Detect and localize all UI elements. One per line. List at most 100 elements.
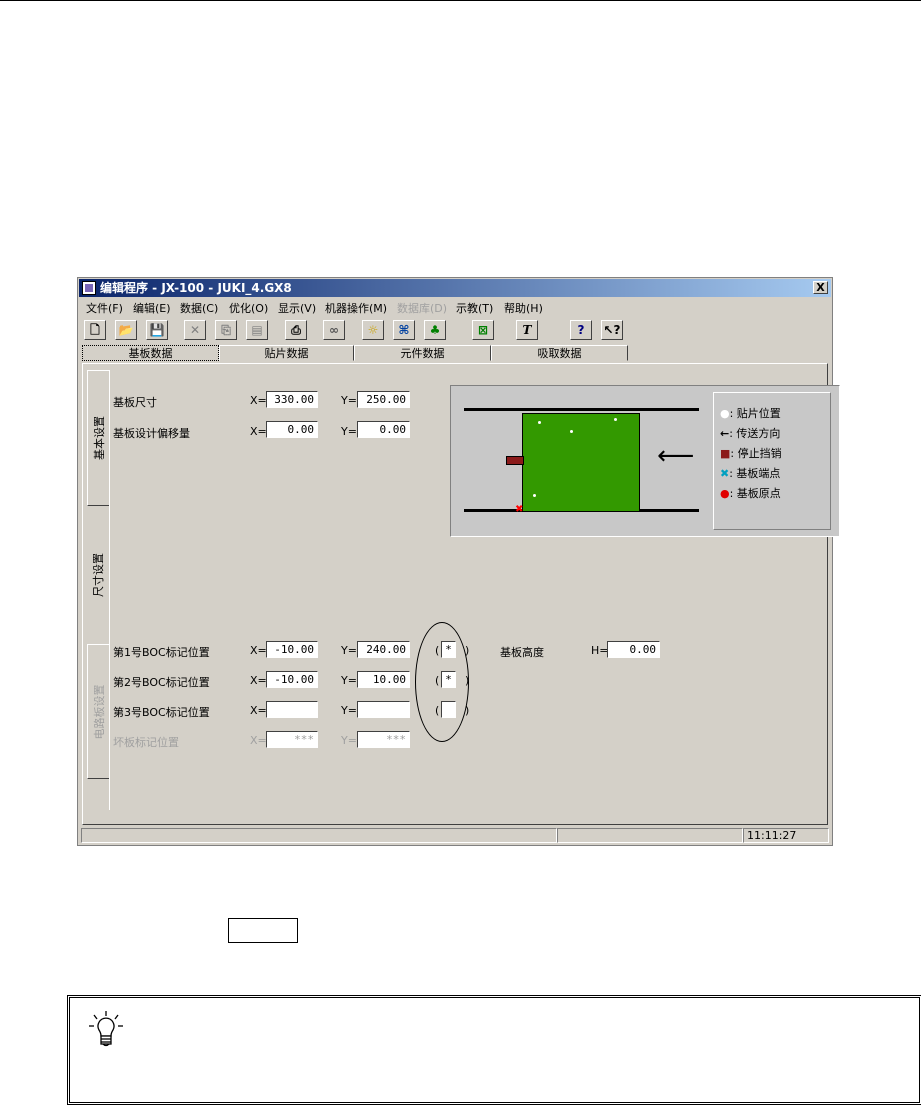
y-eq-label: Y= (341, 425, 357, 438)
menu-database: 数据库(D) (397, 302, 448, 315)
tab-placement-data[interactable]: 贴片数据 (219, 345, 354, 361)
status-pane-mid (557, 828, 743, 843)
legend-text: : 贴片位置 (729, 407, 781, 420)
x-eq-label: X= (250, 734, 267, 747)
legend-origin: ●: 基板原点 (720, 485, 781, 501)
board-origin-marker: ✖ (515, 504, 524, 515)
lightbulb-icon[interactable]: ☼ (362, 320, 384, 340)
edit-program-window: 编辑程序 - JX-100 - JUKI_4.GX8 X 文件(F) 编辑(E)… (77, 277, 840, 846)
menu-help[interactable]: 帮助(H) (504, 300, 543, 316)
save-icon[interactable]: 💾 (146, 320, 168, 340)
annotation-ellipse (415, 622, 469, 742)
network-icon[interactable]: ⌘ (393, 320, 415, 340)
legend-stopper: ■: 停止挡销 (720, 445, 782, 461)
arrow-left-icon: ← (720, 427, 730, 440)
conveyor-rail-top (464, 408, 699, 411)
side-tab-circuit[interactable]: 电路板设置 (87, 644, 109, 779)
side-tab-basic[interactable]: 基本设置 (87, 370, 109, 506)
tab-strip: 基板数据 贴片数据 元件数据 吸取数据 (82, 345, 827, 363)
top-rule (0, 0, 921, 1)
boc1-y-input[interactable]: 240.00 (357, 641, 410, 658)
menu-teach[interactable]: 示教(T) (456, 300, 493, 316)
legend-text: : 基板端点 (729, 467, 781, 480)
form-area: 基板尺寸 X= 330.00 Y= 250.00 基板设计偏移量 X= 0.00… (109, 370, 840, 810)
boc2-x-input[interactable]: -10.00 (266, 671, 318, 688)
board-height-label: 基板高度 (500, 646, 544, 659)
toolbar: 🗋 📂 💾 ✕ ⎘ ▤ ⎙ ∞ ☼ ⌘ ♣ ⊠ T ? ↖? (79, 318, 831, 344)
boc3-x-input[interactable] (266, 701, 318, 718)
boc2-y-input[interactable]: 10.00 (357, 671, 410, 688)
side-tab-size[interactable]: 尺寸设置 (87, 506, 109, 644)
cut-icon[interactable]: ✕ (184, 320, 206, 340)
app-icon (82, 281, 96, 295)
legend-endpoint: ✖: 基板端点 (720, 465, 780, 481)
close-button[interactable]: X (813, 281, 828, 294)
x-eq-label: X= (250, 704, 267, 717)
tab-component-data[interactable]: 元件数据 (354, 345, 491, 361)
status-pane-main (81, 828, 557, 843)
stopper-icon: ■ (720, 447, 731, 460)
pcb-board (522, 413, 640, 512)
text-tool-icon[interactable]: T (516, 320, 538, 340)
legend-text: : 传送方向 (729, 427, 781, 440)
menu-edit[interactable]: 编辑(E) (133, 300, 171, 316)
side-tab-size-label: 尺寸设置 (92, 553, 105, 597)
legend-text: : 基板原点 (729, 487, 781, 500)
y-eq-label: Y= (341, 394, 357, 407)
context-help-icon[interactable]: ↖? (601, 320, 623, 340)
legend-direction: ←: 传送方向 (720, 425, 780, 441)
menu-file[interactable]: 文件(F) (86, 300, 123, 316)
menu-data[interactable]: 数据(C) (180, 300, 218, 316)
board-size-x-input[interactable]: 330.00 (266, 391, 318, 408)
status-clock: 11:11:27 (743, 828, 829, 843)
bad-mark-label: 坏板标记位置 (113, 736, 179, 749)
tab-pickup-data[interactable]: 吸取数据 (491, 345, 628, 361)
new-icon[interactable]: 🗋 (84, 320, 106, 340)
fit-icon[interactable]: ⊠ (472, 320, 494, 340)
placement-dot (533, 494, 536, 497)
status-bar: 11:11:27 (79, 826, 831, 843)
x-eq-label: X= (250, 644, 267, 657)
red-dot-icon: ● (720, 487, 730, 500)
x-eq-label: X= (250, 425, 267, 438)
menu-view[interactable]: 显示(V) (278, 300, 316, 316)
copy-icon[interactable]: ⎘ (215, 320, 237, 340)
tab-board-data[interactable]: 基板数据 (82, 345, 219, 361)
window-title: 编辑程序 - JX-100 - JUKI_4.GX8 (100, 281, 292, 295)
board-height-input[interactable]: 0.00 (607, 641, 660, 658)
design-offset-label: 基板设计偏移量 (113, 427, 190, 440)
menu-optimize[interactable]: 优化(O) (229, 300, 268, 316)
white-dot-icon: ● (720, 407, 730, 420)
boc1-x-input[interactable]: -10.00 (266, 641, 318, 658)
boc2-label: 第2号BOC标记位置 (113, 676, 210, 689)
placement-dot (570, 430, 573, 433)
bad-mark-x-input: *** (266, 731, 318, 748)
y-eq-label: Y= (341, 674, 357, 687)
boc3-y-input[interactable] (357, 701, 410, 718)
note-box (67, 995, 921, 1105)
design-offset-y-input[interactable]: 0.00 (357, 421, 410, 438)
x-eq-label: X= (250, 674, 267, 687)
key-box (228, 918, 298, 943)
boc1-label: 第1号BOC标记位置 (113, 646, 210, 659)
paste-icon[interactable]: ▤ (246, 320, 268, 340)
board-data-panel: 基本设置 尺寸设置 电路板设置 基板尺寸 X= 330.00 Y= 250.00… (82, 363, 840, 825)
h-eq-label: H= (591, 644, 609, 657)
placement-dot (614, 418, 617, 421)
x-mark-icon: ✖ (720, 467, 730, 480)
print-icon[interactable]: ⎙ (285, 320, 307, 340)
menu-machine[interactable]: 机器操作(M) (325, 300, 387, 316)
binoculars-icon[interactable]: ∞ (323, 320, 345, 340)
open-icon[interactable]: 📂 (115, 320, 137, 340)
board-size-label: 基板尺寸 (113, 396, 157, 409)
board-preview: ✖ ⟵ ●: 贴片位置 ←: 传送方向 ■: 停止挡销 ✖: 基板端点 ●: 基… (450, 385, 840, 537)
legend-text: : 停止挡销 (730, 447, 782, 460)
board-size-y-input[interactable]: 250.00 (357, 391, 410, 408)
side-tab-basic-label: 基本设置 (93, 416, 106, 460)
legend-placement: ●: 贴片位置 (720, 405, 781, 421)
design-offset-x-input[interactable]: 0.00 (266, 421, 318, 438)
components-icon[interactable]: ♣ (424, 320, 446, 340)
lightbulb-icon (89, 1011, 123, 1047)
help-icon[interactable]: ? (570, 320, 592, 340)
side-tab-circuit-label: 电路板设置 (93, 684, 106, 739)
